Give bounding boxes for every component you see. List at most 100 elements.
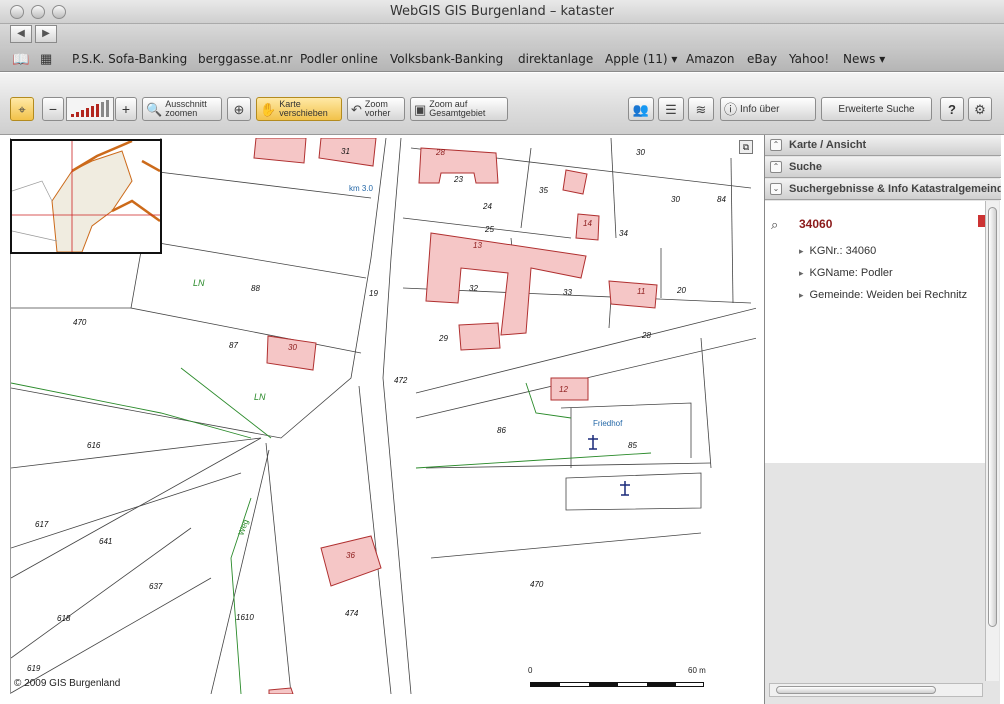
map-label: 84 [717, 195, 726, 204]
bookmark-item[interactable]: Podler online [300, 52, 378, 66]
zoom-full-extent-button[interactable]: ▣ Zoom auf Gesamtgebiet [410, 97, 508, 121]
advanced-search-button[interactable]: Erweiterte Suche [821, 97, 932, 121]
map-label: 28 [641, 331, 651, 340]
double-chevron-up-icon: ⌃ [770, 139, 782, 151]
panel-vertical-scrollbar[interactable] [985, 201, 999, 681]
section-title: Karte / Ansicht [789, 139, 867, 151]
bookmark-item[interactable]: P.S.K. Sofa-Banking [72, 52, 187, 66]
zoom-extent-button[interactable]: 🔍 Ausschnitt zoomen [142, 97, 222, 121]
map-label: 32 [469, 284, 478, 293]
map-label: 35 [539, 186, 548, 195]
map-label: 20 [676, 286, 686, 295]
zoom-previous-button[interactable]: ↶ Zoom vorher [347, 97, 405, 121]
zoom-to-result-icon[interactable]: ⌕ [771, 217, 778, 233]
map-label: 36 [346, 551, 355, 560]
map-label: 29 [438, 334, 448, 343]
undo-arrow-icon: ↶ [351, 101, 362, 117]
bookmarks-book-icon[interactable]: 📖 [12, 51, 29, 68]
map-copyright: © 2009 GIS Burgenland [14, 678, 121, 689]
map-label: 11 [637, 287, 645, 296]
double-chevron-down-icon: ⌄ [770, 183, 782, 195]
scale-end: 60 m [688, 666, 706, 675]
settings-button[interactable]: ⚙ [968, 97, 992, 121]
bookmark-item[interactable]: News ▾ [843, 52, 885, 66]
map-label: 474 [345, 609, 359, 618]
map-label: 616 [87, 441, 101, 450]
section-header-search[interactable]: ⌃ Suche [765, 157, 1001, 178]
overview-map[interactable] [10, 139, 162, 254]
map-label: 30 [636, 148, 645, 157]
map-label: 87 [229, 341, 238, 350]
map-label: 86 [497, 426, 506, 435]
map-label: 619 [27, 664, 41, 673]
section-header-results[interactable]: ⌄ Suchergebnisse & Info Katastralgemeind… [765, 179, 1001, 200]
help-button[interactable]: ? [940, 97, 964, 121]
pan-map-button[interactable]: ✋ Karte verschieben [256, 97, 342, 121]
hand-icon: ✋ [260, 101, 277, 117]
map-label: LN [254, 392, 266, 402]
bookmarks-bar: 📖 ▦ P.S.K. Sofa-Banking berggasse.at.nr … [0, 46, 1004, 72]
info-label: Info über [740, 103, 780, 115]
map-label: 637 [149, 582, 163, 591]
result-row-text: KGName: Podler [809, 267, 893, 279]
bookmark-item[interactable]: eBay [747, 52, 777, 66]
overview-canvas [12, 141, 160, 252]
map-label: 33 [563, 288, 572, 297]
window-title: WebGIS GIS Burgenland – kataster [389, 4, 615, 19]
map-label: 24 [482, 202, 492, 211]
info-button[interactable]: ⓘ Info über [720, 97, 816, 121]
bookmark-item[interactable]: Volksbank-Banking [390, 52, 503, 66]
expand-icon: ⧉ [742, 142, 750, 152]
back-button[interactable]: ◀ [10, 25, 32, 43]
full-extent-label-2: Gesamtgebiet [429, 108, 486, 118]
zoom-in-button[interactable]: + [115, 97, 137, 121]
gear-icon: ⚙ [974, 101, 986, 117]
map-label: 30 [288, 343, 297, 352]
list-button[interactable]: ☰ [658, 97, 684, 121]
map-expand-button[interactable]: ⧉ [739, 140, 753, 154]
map-label: 472 [394, 376, 408, 385]
pan-label-2: verschieben [279, 108, 328, 118]
zoom-out-button[interactable]: − [42, 97, 64, 121]
result-row-gemeinde: ▸ Gemeinde: Weiden bei Rechnitz [799, 289, 968, 301]
zoom-extent-label-2: zoomen [165, 108, 198, 118]
bookmark-item[interactable]: berggasse.at.nr [198, 52, 292, 66]
panel-horizontal-scrollbar[interactable] [769, 683, 983, 697]
result-row-kgnr: ▸ KGNr.: 34060 [799, 245, 877, 257]
top-sites-grid-icon[interactable]: ▦ [40, 51, 52, 67]
map-label: 470 [73, 318, 87, 327]
bookmark-item[interactable]: Amazon [686, 52, 735, 66]
section-title: Suchergebnisse & Info Katastralgemeinde [789, 183, 1001, 195]
info-icon: ⓘ [724, 101, 738, 117]
map-label: 88 [251, 284, 260, 293]
map-label: 13 [473, 241, 482, 250]
map-label: Weg [236, 518, 250, 536]
scale-bar: 0 60 m [528, 666, 706, 690]
browser-navbar: ◀ ▶ [0, 24, 1004, 46]
result-row-kgname: ▸ KGName: Podler [799, 267, 893, 279]
layers-button[interactable]: ≋ [688, 97, 714, 121]
map-label: 14 [583, 219, 592, 228]
bookmark-item[interactable]: direktanlage [518, 52, 593, 66]
map-label: 31 [341, 147, 350, 156]
map-label: km 3.0 [349, 184, 374, 193]
double-chevron-up-icon: ⌃ [770, 161, 782, 173]
crosshair-icon: ⌖ [18, 101, 26, 117]
map-label: 470 [530, 580, 544, 589]
map-label: 12 [559, 385, 568, 394]
people-button[interactable]: 👥 [628, 97, 654, 121]
list-icon: ☰ [665, 101, 677, 117]
select-tool-button[interactable]: ⌖ [10, 97, 34, 121]
map-label: LN [193, 278, 205, 288]
bookmark-item[interactable]: Yahoo! [789, 52, 829, 66]
magnifier-button[interactable]: ⊕ [227, 97, 251, 121]
scale-start: 0 [528, 666, 533, 675]
map-label: 19 [369, 289, 378, 298]
zoom-level-slider[interactable] [66, 97, 114, 121]
results-content: ⌕ 34060 ▸ KGNr.: 34060 ▸ KGName: Podler ▸ G… [765, 201, 985, 463]
result-title[interactable]: 34060 [799, 217, 832, 231]
section-title: Suche [789, 161, 823, 173]
bookmark-item[interactable]: Apple (11) ▾ [605, 52, 677, 66]
forward-button[interactable]: ▶ [35, 25, 57, 43]
section-header-map-view[interactable]: ⌃ Karte / Ansicht [765, 135, 1001, 156]
